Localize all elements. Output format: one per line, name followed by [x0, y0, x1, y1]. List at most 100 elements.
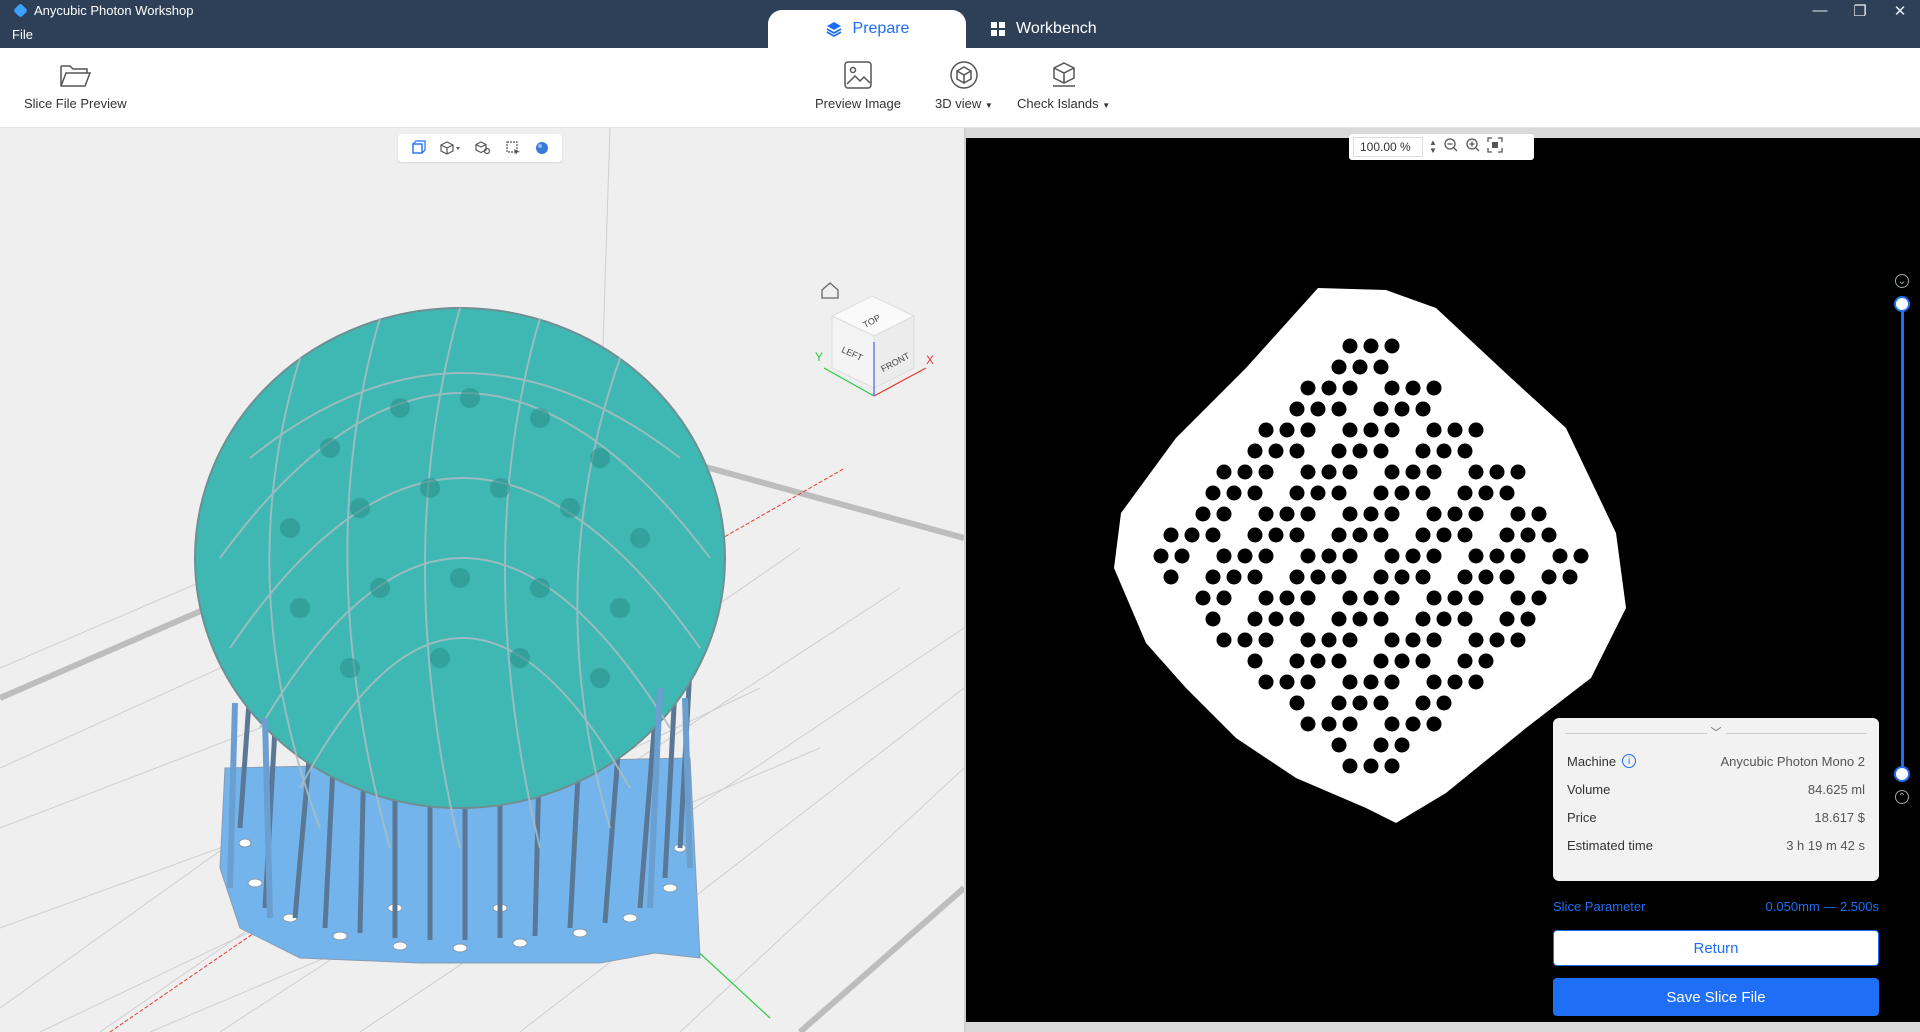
slice-hole [1520, 527, 1536, 543]
fit-screen-icon[interactable] [1487, 136, 1503, 158]
slice-hole [1226, 485, 1242, 501]
slice-hole [1237, 464, 1253, 480]
slice-hole [1436, 695, 1452, 711]
slice-hole [1310, 569, 1326, 585]
slice-hole [1216, 632, 1232, 648]
cube-icon [950, 61, 978, 89]
slice-hole [1216, 590, 1232, 606]
chevron-up-icon[interactable]: ⌄ [1895, 274, 1909, 288]
slice-hole [1541, 527, 1557, 543]
view-front-icon[interactable] [410, 140, 426, 156]
save-slice-file-button[interactable]: Save Slice File [1553, 978, 1879, 1016]
slice-hole [1415, 695, 1431, 711]
slice-hole [1394, 569, 1410, 585]
3d-view-dropdown[interactable]: 3D view ▼ [935, 60, 993, 111]
slice-hole [1289, 443, 1305, 459]
slice-image-canvas[interactable] [966, 138, 1920, 1022]
slice-hole [1300, 464, 1316, 480]
axis-x-label: X [926, 353, 934, 367]
home-view-icon[interactable] [821, 282, 839, 299]
layer-slider-bottom-thumb[interactable] [1894, 766, 1910, 782]
layer-slider-track[interactable] [1901, 300, 1904, 770]
zoom-stepper-icon[interactable]: ▲ ▼ [1429, 139, 1437, 155]
slice-hole [1205, 611, 1221, 627]
app-logo-icon [13, 3, 28, 18]
select-region-icon[interactable] [505, 140, 521, 156]
slice-hole [1457, 485, 1473, 501]
app-title-text: Anycubic Photon Workshop [34, 3, 194, 18]
zoom-out-icon[interactable] [1443, 137, 1459, 158]
slice-hole [1478, 653, 1494, 669]
restore-button[interactable]: ❐ [1848, 2, 1872, 20]
minimize-button[interactable]: — [1808, 2, 1832, 19]
slice-hole [1457, 611, 1473, 627]
slice-file-preview-button[interactable]: Slice File Preview [24, 60, 127, 111]
main-toolbar: Slice File Preview Preview Image 3D view… [0, 48, 1920, 128]
slice-hole [1205, 527, 1221, 543]
slice-hole [1258, 422, 1274, 438]
close-button[interactable]: ✕ [1888, 2, 1912, 20]
3d-viewport[interactable]: TOP LEFT FRONT X Y [0, 128, 964, 1032]
slice-hole [1216, 506, 1232, 522]
slice-hole [1226, 569, 1242, 585]
slice-hole [1205, 569, 1221, 585]
chevron-down-icon[interactable]: ⌃ [1895, 790, 1909, 804]
slice-hole [1300, 380, 1316, 396]
return-button[interactable]: Return [1553, 930, 1879, 966]
slice-hole [1415, 611, 1431, 627]
slice-hole [1342, 422, 1358, 438]
island-cube-icon [1052, 62, 1075, 87]
slice-hole [1342, 674, 1358, 690]
slice-hole [1363, 590, 1379, 606]
slice-hole [1426, 674, 1442, 690]
slice-hole [1510, 632, 1526, 648]
slice-hole [1436, 611, 1452, 627]
slice-hole [1426, 506, 1442, 522]
slice-hole [1457, 653, 1473, 669]
slice-hole [1310, 401, 1326, 417]
slice-layer-image [1114, 288, 1626, 823]
zoom-controls: ▲▼ [1349, 134, 1534, 160]
slice-hole [1373, 611, 1389, 627]
slice-hole [1258, 464, 1274, 480]
slice-hole [1321, 380, 1337, 396]
machine-label-wrap: Machine i [1567, 754, 1637, 769]
layer-slider[interactable]: ⌄ ⌃ [1892, 270, 1912, 810]
view-cube-dropdown-icon[interactable] [439, 140, 461, 156]
material-sphere-icon[interactable] [534, 140, 550, 156]
slice-preview-panel [966, 128, 1920, 1032]
view-search-cube-icon[interactable] [474, 140, 492, 156]
preview-image-button[interactable]: Preview Image [815, 60, 901, 111]
check-islands-dropdown[interactable]: Check Islands ▼ [1017, 60, 1110, 111]
slice-hole [1331, 737, 1347, 753]
slice-parameter-row[interactable]: Slice Parameter 0.050mm — 2.500s [1553, 899, 1879, 914]
slice-hole [1279, 422, 1295, 438]
zoom-in-icon[interactable] [1465, 137, 1481, 158]
slice-hole [1331, 569, 1347, 585]
slice-hole [1415, 569, 1431, 585]
view-cube[interactable]: TOP LEFT FRONT X Y [815, 295, 934, 397]
slice-hole [1468, 548, 1484, 564]
build-plate-scene[interactable]: TOP LEFT FRONT X Y [0, 128, 964, 1032]
slice-hole [1300, 632, 1316, 648]
info-icon[interactable]: i [1622, 754, 1637, 768]
slice-hole [1384, 338, 1400, 354]
slice-hole [1510, 464, 1526, 480]
slice-hole [1321, 716, 1337, 732]
slice-hole [1541, 569, 1557, 585]
tab-workbench[interactable]: Workbench [990, 10, 1097, 48]
slice-hole [1384, 422, 1400, 438]
slice-hole [1342, 716, 1358, 732]
slice-hole [1258, 632, 1274, 648]
layer-slider-top-thumb[interactable] [1894, 296, 1910, 312]
slice-hole [1478, 569, 1494, 585]
info-collapse-toggle[interactable]: ﹀ [1553, 718, 1879, 740]
slice-hole [1510, 590, 1526, 606]
slice-hole [1195, 506, 1211, 522]
slice-hole [1373, 527, 1389, 543]
tab-prepare[interactable]: Prepare [768, 10, 966, 48]
title-bar: Anycubic Photon Workshop File Prepare Wo… [0, 0, 1920, 48]
menu-file[interactable]: File [12, 27, 33, 42]
zoom-input[interactable] [1353, 137, 1423, 157]
slice-hole [1300, 422, 1316, 438]
